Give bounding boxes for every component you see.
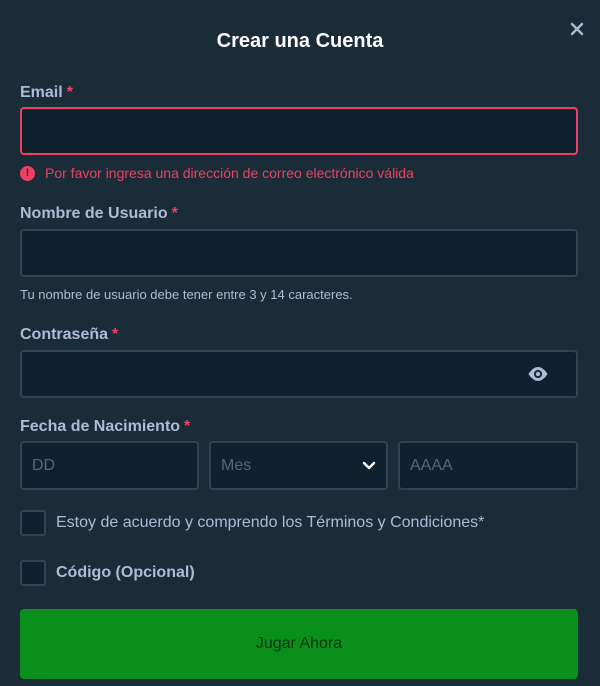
password-visibility-toggle[interactable] bbox=[524, 362, 552, 386]
username-label: Nombre de Usuario * bbox=[20, 205, 178, 223]
email-label-text: Email bbox=[20, 84, 63, 101]
modal-title: Crear una Cuenta bbox=[216, 30, 384, 52]
username-required-mark: * bbox=[171, 205, 178, 222]
code-checkbox[interactable] bbox=[20, 560, 46, 586]
code-row: Código (Opcional) bbox=[20, 560, 195, 586]
play-now-button[interactable]: Jugar Ahora bbox=[20, 609, 578, 679]
password-required-mark: * bbox=[112, 326, 119, 343]
username-hint: Tu nombre de usuario debe tener entre 3 … bbox=[20, 287, 353, 302]
password-input[interactable] bbox=[20, 350, 578, 398]
error-icon: ! bbox=[20, 165, 35, 181]
terms-row: Estoy de acuerdo y comprendo los Término… bbox=[20, 510, 484, 536]
password-label-text: Contraseña bbox=[20, 326, 109, 343]
birth-year-input[interactable] bbox=[398, 441, 578, 490]
register-modal: Crear una Cuenta Email * ! Por favor ingr… bbox=[0, 0, 600, 686]
terms-checkbox[interactable] bbox=[20, 510, 46, 536]
birthdate-label: Fecha de Nacimiento * bbox=[20, 418, 190, 436]
birth-month-select[interactable]: Mes bbox=[209, 441, 388, 490]
username-label-text: Nombre de Usuario bbox=[20, 205, 168, 222]
email-error-message: ! Por favor ingresa una dirección de cor… bbox=[20, 165, 414, 181]
terms-label[interactable]: Estoy de acuerdo y comprendo los Término… bbox=[56, 514, 484, 532]
birthdate-label-text: Fecha de Nacimiento bbox=[20, 418, 181, 435]
email-input[interactable] bbox=[20, 107, 578, 155]
chevron-down-icon bbox=[362, 461, 376, 469]
birth-day-input[interactable] bbox=[20, 441, 199, 490]
email-error-text: Por favor ingresa una dirección de corre… bbox=[45, 165, 414, 181]
username-input[interactable] bbox=[20, 229, 578, 277]
password-label: Contraseña * bbox=[20, 326, 118, 344]
birth-month-value: Mes bbox=[221, 456, 252, 474]
email-label: Email * bbox=[20, 84, 73, 102]
eye-icon bbox=[528, 367, 548, 381]
code-label[interactable]: Código (Opcional) bbox=[56, 564, 195, 582]
birthdate-required-mark: * bbox=[184, 418, 191, 435]
email-required-mark: * bbox=[66, 84, 73, 101]
